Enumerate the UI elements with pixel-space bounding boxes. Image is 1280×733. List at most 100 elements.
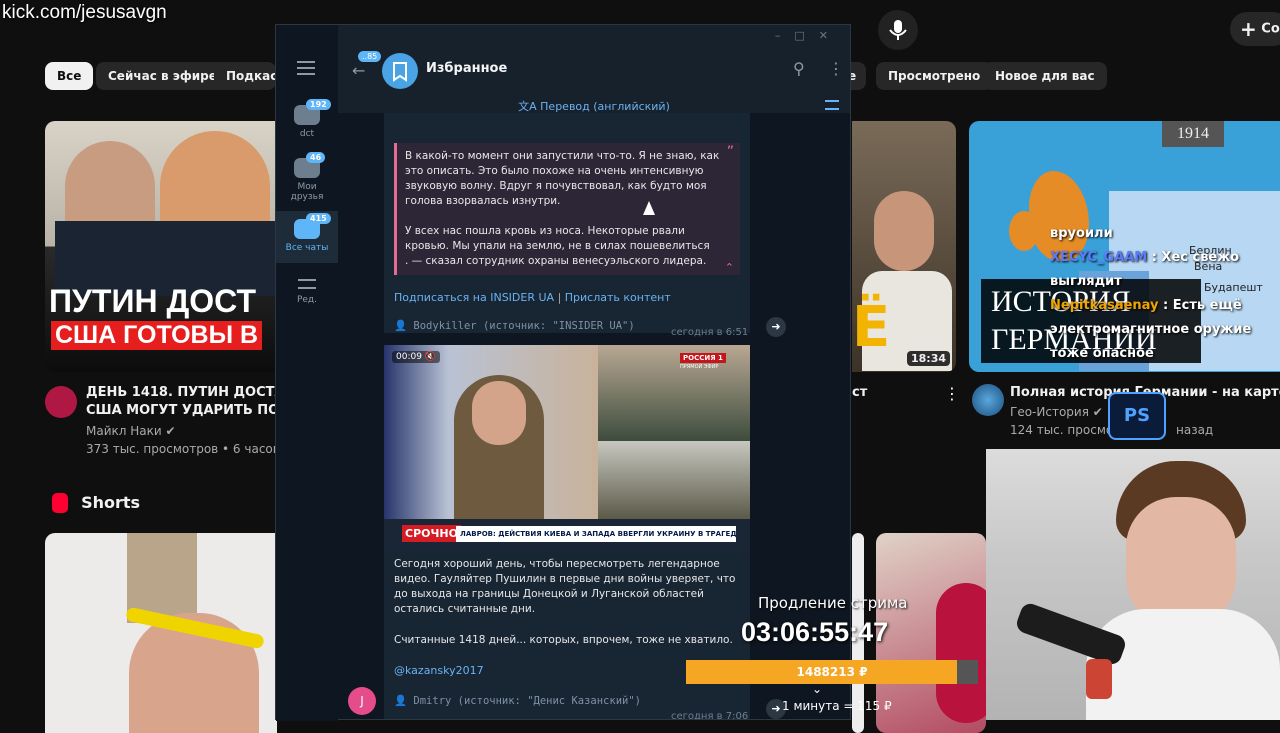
video-thumbnail-2[interactable]: Ё 18:34	[852, 121, 956, 372]
chip-live[interactable]: Сейчас в эфире	[96, 62, 229, 90]
shorts-icon	[52, 492, 68, 513]
avatar-letter: J	[360, 694, 364, 708]
video-player[interactable]: РОССИЯ 1 ПРЯМОЙ ЭФИР 00:09 🔇 СРОЧНО ЛАВР…	[384, 345, 750, 551]
thumbnail-letter: Ё	[852, 295, 891, 360]
microphone	[1014, 601, 1128, 667]
chevron-up-icon[interactable]: ⌃	[725, 260, 734, 275]
webcam-feed	[986, 449, 1280, 720]
create-label: Со	[1261, 21, 1280, 37]
forward-icon: ➜	[771, 320, 781, 333]
thumbnail-headline-1: ПУТИН ДОСТ	[49, 283, 256, 319]
message-text-2: Считанные 1418 дней... которых, впрочем,…	[394, 634, 733, 646]
forward-button[interactable]: ➜	[766, 317, 786, 337]
subscribe-link[interactable]: Подписаться на INSIDER UA	[394, 291, 554, 304]
chip-all[interactable]: Все	[45, 62, 94, 90]
ps-logo: PS	[1108, 392, 1166, 440]
back-button[interactable]: ←	[352, 61, 365, 80]
menu-icon[interactable]	[297, 61, 315, 75]
minimize-icon[interactable]: –	[775, 29, 795, 42]
channel-name-text: Майкл Наки	[86, 424, 162, 438]
channel-name[interactable]: Майкл Наки ✔	[86, 422, 176, 440]
chip-watched[interactable]: Просмотрено	[876, 62, 993, 90]
folder-all-chats[interactable]: 415 Все чаты	[276, 211, 338, 263]
short-thumbnail-3[interactable]	[876, 533, 986, 733]
chip-podcasts[interactable]: Подкаст	[214, 62, 276, 90]
timer-value: 03:06:55:47	[741, 617, 889, 647]
more-options-icon[interactable]: ⋮	[828, 59, 844, 78]
streamer-face	[1126, 497, 1236, 627]
donation-rate: 1 минута = 115 ₽	[782, 699, 892, 713]
maximize-icon[interactable]: □	[794, 29, 818, 42]
video-title-2[interactable]: ст	[852, 384, 867, 401]
speaker-face	[472, 381, 526, 445]
chat-user: Nepitkasaenay	[1050, 298, 1159, 313]
stream-chat: вруоили XECYC_GAAM : Хес свежо выглядит …	[1050, 222, 1278, 366]
translate-icon: 文A	[518, 100, 537, 113]
video-frame-right-bottom	[598, 441, 750, 519]
plus-icon: +	[1240, 17, 1257, 41]
folder-my-friends[interactable]: 46 Мои друзья	[276, 152, 338, 206]
chat-header: ← ..85 Избранное ⚲ ⋮	[338, 51, 850, 95]
quote-mark-icon: ”	[726, 144, 734, 160]
video-thumbnail-1[interactable]: ПУТИН ДОСТ США ГОТОВЫ В	[45, 121, 277, 372]
timer-label: Продление стрима	[758, 594, 908, 612]
folder-sidebar: 192 dct 46 Мои друзья 415 Все чаты Ред.	[276, 25, 338, 721]
streamer-shirt	[1086, 609, 1280, 720]
link-row: Подписаться на INSIDER UA | Прислать кон…	[394, 291, 671, 304]
video-title-line2[interactable]: США МОГУТ УДАРИТЬ ПО ИР	[86, 402, 304, 419]
channel-name[interactable]: Гео-История ✔	[1010, 403, 1103, 421]
chat-user: XECYC_GAAM	[1050, 250, 1148, 265]
folder-label: Мои друзья	[290, 182, 324, 202]
quote-paragraph-1: В какой-то момент они запустили что-то. …	[405, 150, 720, 207]
folder-edit[interactable]: Ред.	[276, 279, 338, 311]
unread-badge: 415	[306, 213, 331, 224]
forward-icon: ➜	[771, 702, 781, 715]
translate-settings-icon[interactable]	[825, 100, 839, 110]
create-button[interactable]: + Со	[1230, 12, 1280, 46]
shorts-label: Shorts	[81, 493, 141, 512]
arrow-left-icon: ←	[352, 61, 366, 80]
voice-search-button[interactable]	[878, 10, 918, 50]
author-link[interactable]: @kazansky2017	[394, 664, 484, 677]
message-time: сегодня в 6:51	[671, 327, 749, 338]
short-thumbnail-1[interactable]	[45, 533, 277, 733]
quote-paragraph-3: . — сказал сотрудник охраны венесуэльско…	[405, 255, 707, 267]
chip-new-for-you[interactable]: Новое для вас	[983, 62, 1107, 90]
translate-label: Перевод (английский)	[540, 100, 670, 113]
sliders-icon	[298, 279, 316, 289]
channel-avatar[interactable]	[45, 386, 77, 418]
ps-text: PS	[1123, 405, 1151, 426]
message-text-1: Сегодня хороший день, чтобы пересмотреть…	[394, 558, 736, 615]
chat-line: вруоили	[1050, 222, 1278, 246]
chat-line: Nepitkasaenay : Есть ещё электромагнитно…	[1050, 294, 1278, 366]
saved-messages-avatar[interactable]	[382, 53, 418, 89]
video-timestamp: 00:09 🔇	[392, 351, 441, 363]
microphone-arm	[1086, 659, 1112, 699]
breaking-label: СРОЧНО	[402, 525, 461, 542]
sender-line-2: 👤 Dmitry (источник: "Денис Казанский")	[394, 694, 641, 707]
video-frame-right-top	[598, 345, 750, 441]
close-icon[interactable]: ✕	[819, 29, 842, 42]
thumbnail-headline-2: США ГОТОВЫ В	[51, 321, 263, 350]
news-ticker: ЛАВРОВ: ДЕЙСТВИЯ КИЕВА И ЗАПАДА ВВЕРГЛИ …	[456, 526, 736, 542]
send-content-link[interactable]: Прислать контент	[565, 291, 671, 304]
chat-text: вруоили	[1050, 226, 1113, 241]
verified-icon: ✔	[1092, 405, 1103, 419]
more-options-icon[interactable]: ⋮	[944, 384, 960, 403]
chat-title: Избранное	[426, 61, 508, 76]
berries	[936, 583, 986, 723]
folder-dct[interactable]: 192 dct	[276, 99, 338, 145]
sender-name: Bodykiller (источник: "INSIDER UA")	[413, 320, 635, 332]
mute-icon[interactable]: 🔇	[425, 352, 436, 362]
microphone-icon	[889, 20, 907, 40]
channel-name-text: Гео-История	[1010, 405, 1089, 419]
search-icon[interactable]: ⚲	[793, 59, 805, 78]
video-meta: 124 тыс. просмот	[1010, 423, 1121, 437]
sender-avatar[interactable]: J	[348, 687, 376, 715]
back-unread-badge: ..85	[358, 51, 382, 62]
folder-label: dct	[299, 129, 315, 139]
year-label: 1914	[1162, 121, 1224, 147]
channel-avatar[interactable]	[972, 384, 1004, 416]
window-controls: –□✕	[775, 29, 842, 42]
unread-badge: 192	[306, 99, 331, 110]
